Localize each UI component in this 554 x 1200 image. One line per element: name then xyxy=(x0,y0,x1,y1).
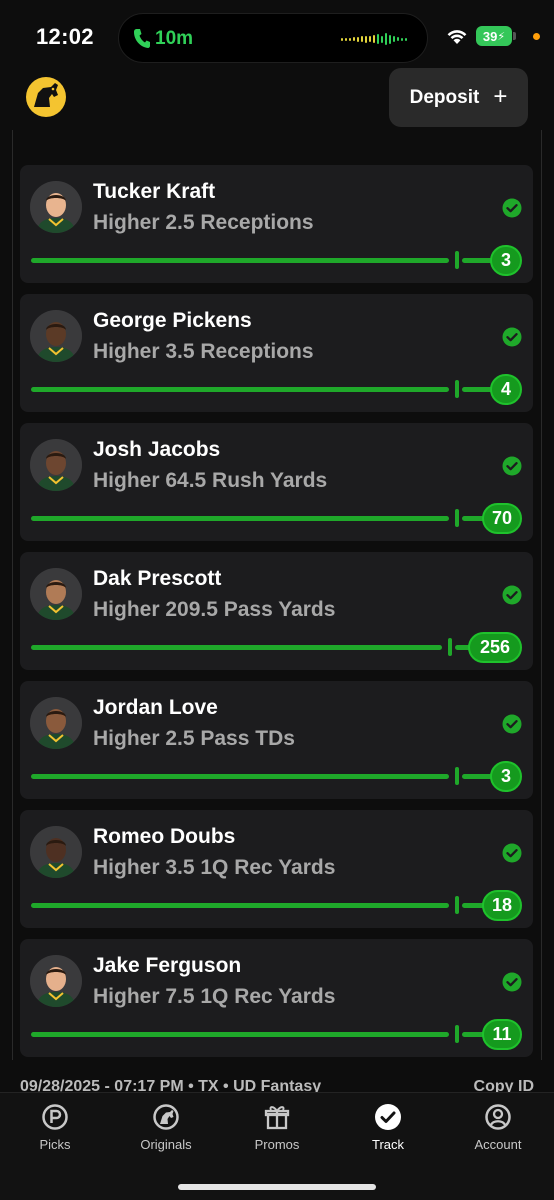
target-line-marker xyxy=(448,638,452,656)
player-name: Jake Ferguson xyxy=(93,954,242,977)
pick-card[interactable]: Jake Ferguson Higher 7.5 1Q Rec Yards 11 xyxy=(20,939,533,1057)
target-line-marker xyxy=(455,767,459,785)
status-time: 12:02 xyxy=(36,24,94,49)
picks-icon xyxy=(42,1104,68,1130)
pick-line: Higher 3.5 1Q Rec Yards xyxy=(93,856,336,879)
target-line-marker xyxy=(455,1025,459,1043)
originals-icon xyxy=(153,1104,179,1130)
plus-icon: + xyxy=(493,82,508,110)
check-circle-icon xyxy=(502,198,522,218)
pick-line: Higher 3.5 Receptions xyxy=(93,340,314,363)
progress-bar-overflow xyxy=(462,387,493,392)
target-line-marker xyxy=(455,380,459,398)
deposit-label: Deposit xyxy=(409,86,480,108)
result-value: 3 xyxy=(490,761,522,792)
status-bar: 12:02 10m 39 ⚡ xyxy=(0,0,554,70)
result-value: 18 xyxy=(482,890,522,921)
privacy-dot xyxy=(533,33,540,40)
tab-track[interactable]: Track xyxy=(333,1103,443,1163)
tab-label: Track xyxy=(371,1137,405,1152)
result-value: 3 xyxy=(490,245,522,276)
player-avatar xyxy=(30,826,82,878)
player-name: Dak Prescott xyxy=(93,567,222,590)
progress-bar-overflow xyxy=(462,258,493,263)
result-value: 70 xyxy=(482,503,522,534)
player-name: Tucker Kraft xyxy=(93,180,216,203)
battery-level: 39 xyxy=(482,28,498,44)
pick-line: Higher 64.5 Rush Yards xyxy=(93,469,328,492)
tab-originals[interactable]: Originals xyxy=(111,1103,221,1163)
pick-line: Higher 209.5 Pass Yards xyxy=(93,598,336,621)
pick-card[interactable]: Josh Jacobs Higher 64.5 Rush Yards 70 xyxy=(20,423,533,541)
phone-icon xyxy=(134,29,150,48)
check-circle-icon xyxy=(502,972,522,992)
pick-card[interactable]: Tucker Kraft Higher 2.5 Receptions 3 xyxy=(20,165,533,283)
battery-cap xyxy=(513,32,516,40)
tab-label: Promos xyxy=(254,1137,300,1152)
result-value: 11 xyxy=(482,1019,522,1050)
battery-indicator: 39 ⚡ xyxy=(476,26,512,46)
pick-line: Higher 2.5 Pass TDs xyxy=(93,727,295,750)
check-circle-icon xyxy=(375,1104,401,1130)
progress-bar xyxy=(31,774,449,779)
tab-account[interactable]: Account xyxy=(443,1103,553,1163)
player-name: George Pickens xyxy=(93,309,252,332)
player-avatar xyxy=(30,439,82,491)
progress-bar-overflow xyxy=(462,774,493,779)
progress-bar xyxy=(31,1032,449,1037)
check-circle-icon xyxy=(502,585,522,605)
entry-content[interactable]: Tucker Kraft Higher 2.5 Receptions 3 George… xyxy=(0,130,554,1092)
progress-bar xyxy=(31,516,449,521)
entry-info: 09/28/2025 - 07:17 PM • TX • UD Fantasy xyxy=(20,1078,322,1092)
tab-label: Account xyxy=(474,1137,522,1152)
target-line-marker xyxy=(455,896,459,914)
underdog-logo-icon[interactable] xyxy=(25,76,67,118)
progress-bar xyxy=(31,903,449,908)
progress-bar xyxy=(31,387,449,392)
pick-card[interactable]: Jordan Love Higher 2.5 Pass TDs 3 xyxy=(20,681,533,799)
player-avatar xyxy=(30,568,82,620)
player-name: Josh Jacobs xyxy=(93,438,221,461)
pick-card[interactable]: George Pickens Higher 3.5 Receptions 4 xyxy=(20,294,533,412)
target-line-marker xyxy=(455,509,459,527)
player-avatar xyxy=(30,181,82,233)
result-value: 256 xyxy=(468,632,522,663)
pick-line: Higher 7.5 1Q Rec Yards xyxy=(93,985,336,1008)
check-circle-icon xyxy=(502,327,522,347)
home-indicator xyxy=(178,1184,376,1190)
player-avatar xyxy=(30,310,82,362)
player-name: Romeo Doubs xyxy=(93,825,236,848)
wifi-icon xyxy=(447,30,467,44)
tab-label: Originals xyxy=(140,1137,192,1152)
pick-card[interactable]: Romeo Doubs Higher 3.5 1Q Rec Yards 18 xyxy=(20,810,533,928)
result-value: 4 xyxy=(490,374,522,405)
target-line-marker xyxy=(455,251,459,269)
deposit-button[interactable]: Deposit + xyxy=(389,68,528,127)
check-circle-icon xyxy=(502,714,522,734)
player-avatar xyxy=(30,955,82,1007)
tab-promos[interactable]: Promos xyxy=(222,1103,332,1163)
gift-icon xyxy=(264,1106,290,1130)
copy-id-button[interactable]: Copy ID xyxy=(474,1078,534,1092)
pick-card[interactable]: Dak Prescott Higher 209.5 Pass Yards 256 xyxy=(20,552,533,670)
tab-label: Picks xyxy=(39,1137,71,1152)
tab-picks[interactable]: Picks xyxy=(0,1103,110,1163)
user-icon xyxy=(485,1104,511,1130)
call-timer: 10m xyxy=(155,28,194,49)
check-circle-icon xyxy=(502,456,522,476)
progress-bar xyxy=(31,645,442,650)
player-avatar xyxy=(30,697,82,749)
progress-bar xyxy=(31,258,449,263)
player-name: Jordan Love xyxy=(93,696,218,719)
check-circle-icon xyxy=(502,843,522,863)
audio-wave-icon xyxy=(341,32,407,46)
entry-footer: 09/28/2025 - 07:17 PM • TX • UD Fantasy … xyxy=(20,1078,534,1092)
dynamic-island[interactable]: 10m xyxy=(118,13,428,63)
pick-line: Higher 2.5 Receptions xyxy=(93,211,314,234)
